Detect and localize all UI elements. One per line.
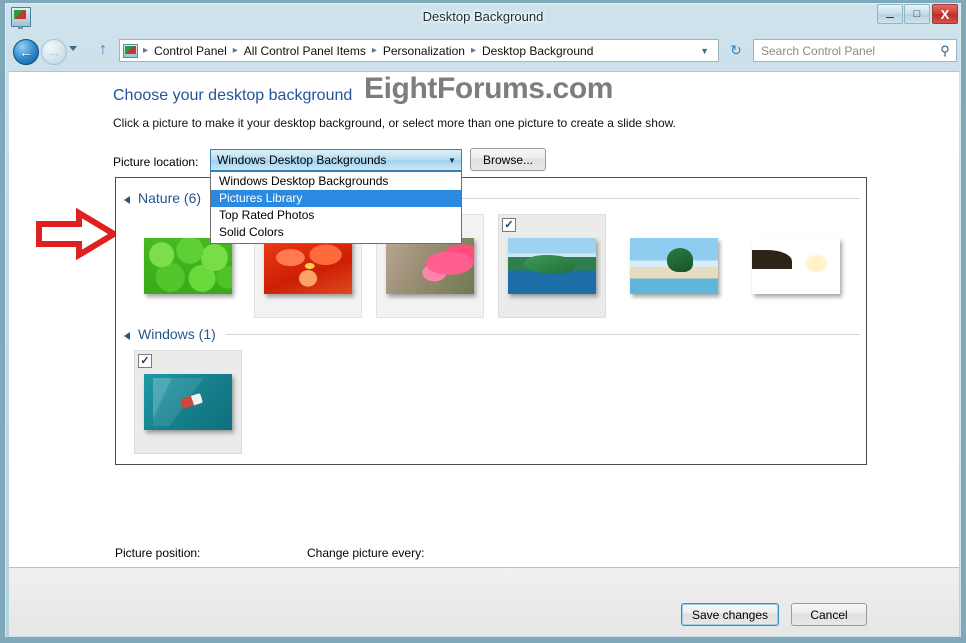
sunset-thumbnail-image [752,238,840,294]
address-bar-display-icon [123,43,138,58]
desktop-background-window: Desktop Background – □ X ← → ↑ ▸ Control… [4,2,962,638]
refresh-button[interactable]: ↻ [724,39,748,62]
search-box[interactable]: Search Control Panel ⚲ [753,39,957,62]
up-one-level-button[interactable]: ↑ [95,41,111,59]
navigation-bar: ← → ↑ ▸ Control Panel ▸ All Control Pane… [5,31,961,71]
picture-location-dropdown-list[interactable]: Windows Desktop Backgrounds Pictures Lib… [210,171,462,244]
save-changes-button[interactable]: Save changes [681,603,779,626]
dropdown-option-pictures-library[interactable]: Pictures Library [211,190,461,207]
breadcrumb-desktop-background[interactable]: Desktop Background [481,44,594,58]
forward-button[interactable]: → [41,39,67,65]
minimize-icon: – [886,8,894,24]
thumbnail-item-windows-logo[interactable]: ✓ [134,350,242,454]
maximize-icon: □ [913,7,921,20]
group-title-nature: Nature (6) [138,190,202,206]
dialog-footer: Save changes Cancel [9,567,959,636]
close-button[interactable]: X [932,4,958,24]
group-title-windows: Windows (1) [138,326,216,342]
thumbnail-checkbox-windows-logo[interactable]: ✓ [138,354,152,368]
dropdown-option-top-rated-photos[interactable]: Top Rated Photos [211,207,461,224]
triangle-collapse-icon[interactable] [124,195,130,204]
thumbnail-checkbox-island[interactable]: ✓ [502,218,516,232]
page-title: Choose your desktop background [113,87,353,104]
back-button[interactable]: ← [13,39,39,65]
browse-button[interactable]: Browse... [470,148,546,171]
maximize-button[interactable]: □ [904,4,930,24]
browse-button-label: Browse... [482,152,533,167]
forward-arrow-icon: → [47,44,61,60]
watermark-text: EightForums.com [364,72,614,105]
beach-thumbnail-image [630,238,718,294]
up-arrow-icon: ↑ [99,41,107,58]
triangle-collapse-icon[interactable] [124,331,130,340]
close-icon: X [940,6,950,22]
picture-location-combobox[interactable]: Windows Desktop Backgrounds ▼ [210,149,462,171]
breadcrumb-separator: ▸ [232,45,238,56]
address-bar[interactable]: ▸ Control Panel ▸ All Control Panel Item… [119,39,719,62]
dropdown-option-windows-desktop-backgrounds[interactable]: Windows Desktop Backgrounds [211,173,461,190]
red-callout-arrow [36,208,119,260]
chevron-down-icon: ▼ [448,155,456,165]
address-dropdown-chevron-down-icon[interactable]: ▼ [696,46,718,56]
clover-thumbnail-image [144,238,232,294]
picture-position-label: Picture position: [115,546,201,560]
cancel-label: Cancel [810,607,848,622]
picture-location-value: Windows Desktop Backgrounds [217,153,387,167]
breadcrumb-separator: ▸ [470,45,476,56]
red-flower-thumbnail-image [264,238,352,294]
window-title: Desktop Background [422,9,544,24]
breadcrumb-all-control-panel-items[interactable]: All Control Panel Items [243,44,367,58]
group-header-windows[interactable]: Windows (1) [124,326,860,342]
group-divider [225,333,860,335]
dropdown-option-solid-colors[interactable]: Solid Colors [211,224,461,241]
change-picture-label: Change picture every: [307,546,425,560]
save-changes-label: Save changes [691,607,769,622]
recent-pages-chevron-down-icon[interactable] [69,46,77,51]
back-arrow-icon: ← [19,44,33,60]
breadcrumb-personalization[interactable]: Personalization [382,44,466,58]
pink-daisy-thumbnail-image [386,238,474,294]
thumbnail-item-beach[interactable] [620,214,728,318]
minimize-button[interactable]: – [877,4,903,24]
breadcrumb-control-panel[interactable]: Control Panel [153,44,228,58]
cancel-button[interactable]: Cancel [791,603,867,626]
search-input[interactable]: Search Control Panel [754,44,934,58]
island-thumbnail-image [508,238,596,294]
thumbnail-item-island[interactable]: ✓ [498,214,606,318]
thumbnail-item-sunset[interactable] [742,214,850,318]
search-icon: ⚲ [940,42,950,58]
breadcrumb-separator: ▸ [143,45,149,56]
page-description: Click a picture to make it your desktop … [113,116,676,130]
content-area: EightForums.com Choose your desktop back… [9,71,959,617]
windows-logo-thumbnail-image [144,374,232,430]
picture-location-label: Picture location: [113,155,199,169]
breadcrumb-separator: ▸ [371,45,377,56]
refresh-icon: ↻ [730,42,742,58]
title-bar: Desktop Background – □ X [5,3,961,31]
